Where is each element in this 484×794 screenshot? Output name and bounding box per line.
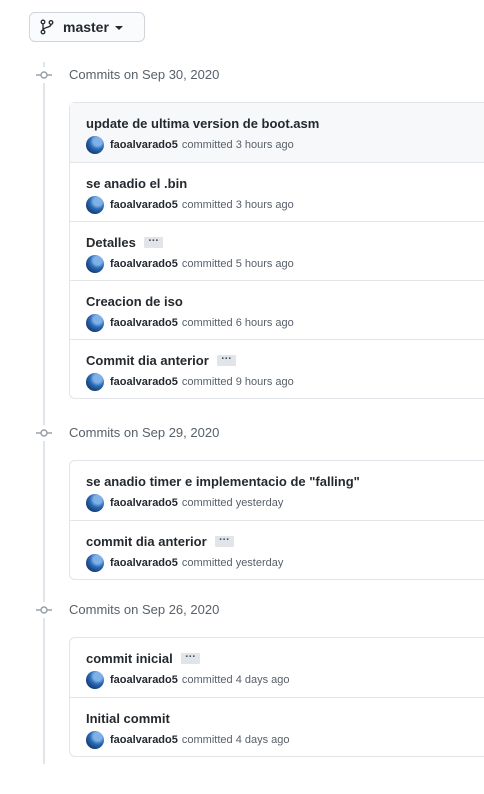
avatar[interactable] [86, 554, 104, 572]
commit-verb: committed [181, 139, 233, 151]
expand-description-button[interactable]: … [216, 350, 236, 366]
commit-verb: committed [181, 376, 233, 388]
avatar[interactable] [86, 731, 104, 749]
commit-meta: faoalvarado5 committed 5 hours ago [86, 255, 294, 273]
author-link[interactable]: faoalvarado5 [110, 139, 178, 151]
commit-time: 4 days ago [235, 674, 290, 686]
commit-time: 3 hours ago [235, 199, 294, 211]
author-link[interactable]: faoalvarado5 [110, 317, 178, 329]
branch-select-button[interactable]: master [29, 12, 145, 42]
commit-message-link[interactable]: se anadio timer e implementacio de "fall… [86, 474, 360, 489]
commit-message-link[interactable]: Initial commit [86, 711, 170, 726]
chevron-down-icon [114, 26, 123, 30]
avatar[interactable] [86, 314, 104, 332]
commit-meta: faoalvarado5 committed 3 hours ago [86, 196, 294, 214]
expand-description-button[interactable]: … [143, 232, 163, 248]
avatar[interactable] [86, 136, 104, 154]
branch-name: master [63, 19, 109, 35]
commit-time: 3 hours ago [235, 139, 294, 151]
commit-message-link[interactable]: commit inicial … [86, 648, 200, 666]
commit-verb: committed [181, 258, 233, 270]
commit-row[interactable]: update de ultima version de boot.asm faoa… [70, 103, 484, 162]
commit-message: Detalles [86, 235, 136, 250]
commit-meta: faoalvarado5 committed 3 hours ago [86, 136, 294, 154]
commit-verb: committed [181, 734, 233, 746]
commit-message: update de ultima version de boot.asm [86, 116, 320, 131]
author-link[interactable]: faoalvarado5 [110, 674, 178, 686]
commit-time: yesterday [235, 557, 284, 569]
author-link[interactable]: faoalvarado5 [110, 258, 178, 270]
commit-message: commit inicial [86, 651, 173, 666]
commit-time: 9 hours ago [235, 376, 294, 388]
commit-verb: committed [181, 199, 233, 211]
author-link[interactable]: faoalvarado5 [110, 497, 178, 509]
commit-group-header: Commits on Sep 26, 2020 [0, 597, 484, 623]
commit-meta: faoalvarado5 committed yesterday [86, 494, 283, 512]
commit-time: 6 hours ago [235, 317, 294, 329]
commit-verb: committed [181, 674, 233, 686]
commit-message-link[interactable]: Detalles … [86, 232, 163, 250]
commit-row[interactable]: se anadio el .bin faoalvarado5 committed 3… [70, 162, 484, 221]
commit-message-link[interactable]: se anadio el .bin [86, 176, 187, 191]
ellipsis-icon: … [218, 531, 230, 543]
commit-message: Initial commit [86, 711, 170, 726]
expand-description-button[interactable]: … [214, 531, 234, 547]
commit-meta: faoalvarado5 committed yesterday [86, 554, 283, 572]
author-link[interactable]: faoalvarado5 [110, 557, 178, 569]
author-link[interactable]: faoalvarado5 [110, 734, 178, 746]
ellipsis-icon: … [184, 648, 196, 660]
commit-time: 5 hours ago [235, 258, 294, 270]
commit-verb: committed [181, 557, 233, 569]
commit-list: update de ultima version de boot.asm faoa… [69, 102, 484, 399]
avatar[interactable] [86, 196, 104, 214]
commit-list: commit inicial… faoalvarado5 committed 4 d… [69, 637, 484, 757]
avatar[interactable] [86, 255, 104, 273]
commit-group-header: Commits on Sep 29, 2020 [0, 420, 484, 446]
commit-list: se anadio timer e implementacio de "fall… [69, 460, 484, 580]
git-branch-icon [40, 19, 54, 35]
commit-row[interactable]: Initial commit faoalvarado5 committed 4 da… [70, 697, 484, 756]
commit-group-date: Commits on Sep 30, 2020 [69, 67, 220, 82]
commit-message: Commit dia anterior [86, 353, 209, 368]
timeline-line [43, 62, 45, 764]
commit-row[interactable]: Creacion de iso faoalvarado5 committed 6 h… [70, 280, 484, 339]
author-link[interactable]: faoalvarado5 [110, 199, 178, 211]
expand-description-button[interactable]: … [180, 648, 200, 664]
commit-row[interactable]: commit inicial … faoalvarado5 committed 4 d… [70, 638, 484, 697]
avatar[interactable] [86, 494, 104, 512]
commit-group-date: Commits on Sep 29, 2020 [69, 425, 220, 440]
git-commit-icon [34, 67, 54, 83]
commit-time: yesterday [235, 497, 284, 509]
git-commit-icon [34, 425, 54, 441]
commit-message: se anadio el .bin [86, 176, 188, 191]
commit-meta: faoalvarado5 committed 9 hours ago [86, 373, 294, 391]
commit-meta: faoalvarado5 committed 6 hours ago [86, 314, 294, 332]
commit-message-link[interactable]: commit dia anterior … [86, 531, 234, 549]
commit-row[interactable]: Detalles … faoalvarado5 committed 5 hours a… [70, 221, 484, 280]
commit-time: 4 days ago [235, 734, 290, 746]
author-link[interactable]: faoalvarado5 [110, 376, 178, 388]
commit-message: Creacion de iso [86, 294, 183, 309]
commit-row[interactable]: commit dia anterior … faoalvarado5 committe… [70, 520, 484, 579]
ellipsis-icon: … [220, 350, 232, 362]
avatar[interactable] [86, 373, 104, 391]
commit-message-link[interactable]: update de ultima version de boot.asm [86, 116, 319, 131]
commit-verb: committed [181, 317, 233, 329]
commit-verb: committed [181, 497, 233, 509]
commit-message: commit dia anterior [86, 534, 207, 549]
commit-meta: faoalvarado5 committed 4 days ago [86, 671, 290, 689]
commit-group-date: Commits on Sep 26, 2020 [69, 602, 220, 617]
commit-row[interactable]: Commit dia anterior … faoalvarado5 committe… [70, 339, 484, 398]
commit-meta: faoalvarado5 committed 4 days ago [86, 731, 290, 749]
commit-group-header: Commits on Sep 30, 2020 [0, 62, 484, 88]
git-commit-icon [34, 602, 54, 618]
commit-message: se anadio timer e implementacio de "fall… [86, 474, 360, 489]
avatar[interactable] [86, 671, 104, 689]
commit-row[interactable]: se anadio timer e implementacio de "fall… [70, 461, 484, 520]
ellipsis-icon: … [147, 232, 159, 244]
commit-message-link[interactable]: Creacion de iso [86, 294, 183, 309]
commit-message-link[interactable]: Commit dia anterior … [86, 350, 236, 368]
